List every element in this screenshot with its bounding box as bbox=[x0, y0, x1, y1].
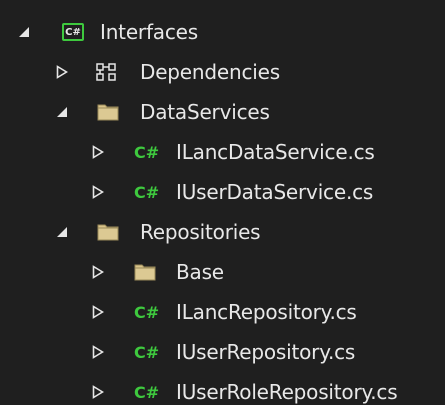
tree-item-dependencies[interactable]: Dependencies bbox=[0, 52, 445, 92]
expand-arrow-icon[interactable] bbox=[88, 252, 108, 292]
tree-item-file[interactable]: C# IUserDataService.cs bbox=[0, 172, 445, 212]
tree-item-label: IUserRepository.cs bbox=[176, 340, 356, 364]
collapse-arrow-icon[interactable] bbox=[52, 212, 72, 252]
expand-arrow-icon[interactable] bbox=[88, 372, 108, 405]
tree-item-label: ILancDataService.cs bbox=[176, 140, 375, 164]
expand-arrow-icon[interactable] bbox=[88, 332, 108, 372]
csharp-project-icon: C# bbox=[62, 12, 84, 52]
tree-item-repositories-folder[interactable]: Repositories bbox=[0, 212, 445, 252]
tree-item-file[interactable]: C# ILancDataService.cs bbox=[0, 132, 445, 172]
folder-icon bbox=[97, 212, 119, 252]
folder-icon bbox=[134, 252, 156, 292]
csharp-file-icon: C# bbox=[134, 142, 160, 162]
csharp-file-icon: C# bbox=[134, 342, 160, 362]
csharp-file-icon: C# bbox=[134, 182, 160, 202]
tree-item-label: DataServices bbox=[140, 100, 270, 124]
tree-item-label: IUserRoleRepository.cs bbox=[176, 380, 398, 404]
tree-item-interfaces-project[interactable]: C# Interfaces bbox=[0, 12, 445, 52]
expand-arrow-icon[interactable] bbox=[88, 132, 108, 172]
solution-explorer-tree: C# Interfaces Dependencies DataServices … bbox=[0, 0, 445, 405]
dependencies-icon bbox=[95, 52, 117, 92]
expand-collapse-arrow-icon[interactable] bbox=[14, 12, 34, 52]
csharp-file-icon: C# bbox=[134, 302, 160, 322]
collapse-arrow-icon[interactable] bbox=[52, 92, 72, 132]
folder-icon bbox=[97, 92, 119, 132]
tree-item-label: IUserDataService.cs bbox=[176, 180, 374, 204]
tree-item-label: Repositories bbox=[140, 220, 261, 244]
tree-item-label: Interfaces bbox=[100, 20, 198, 44]
tree-item-label: Base bbox=[176, 260, 224, 284]
expand-arrow-icon[interactable] bbox=[88, 172, 108, 212]
tree-item-dataservices-folder[interactable]: DataServices bbox=[0, 92, 445, 132]
expand-arrow-icon[interactable] bbox=[88, 292, 108, 332]
tree-item-label: Dependencies bbox=[140, 60, 280, 84]
tree-item-file[interactable]: C# ILancRepository.cs bbox=[0, 292, 445, 332]
csharp-file-icon: C# bbox=[134, 382, 160, 402]
tree-item-base-folder[interactable]: Base bbox=[0, 252, 445, 292]
expand-arrow-icon[interactable] bbox=[52, 52, 72, 92]
tree-item-file[interactable]: C# IUserRepository.cs bbox=[0, 332, 445, 372]
tree-item-label: ILancRepository.cs bbox=[176, 300, 357, 324]
tree-item-file[interactable]: C# IUserRoleRepository.cs bbox=[0, 372, 445, 405]
